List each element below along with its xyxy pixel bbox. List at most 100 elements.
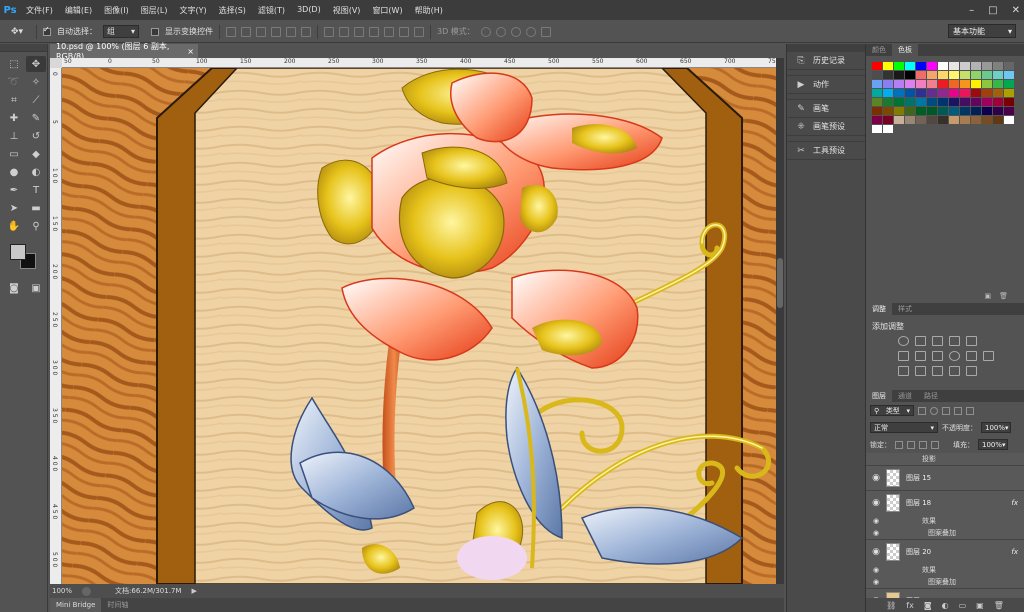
layer-row[interactable]: ◉ 图层 20 fx — [866, 539, 1024, 564]
lock-pixels-icon[interactable] — [907, 440, 915, 449]
effect-visibility-icon[interactable]: ◉ — [866, 566, 886, 574]
toolbox-grip[interactable] — [0, 44, 47, 52]
path-selection-tool-icon[interactable]: ➤ — [4, 200, 24, 216]
color-swatch[interactable] — [872, 125, 882, 133]
effect-visibility-icon[interactable]: ◉ — [866, 529, 886, 537]
auto-select-checkbox[interactable] — [43, 25, 51, 36]
horizontal-ruler[interactable]: 50 0 50 100 150 200 250 300 350 400 450 500 550 600 65… — [62, 58, 779, 68]
healing-brush-tool-icon[interactable]: ✚ — [4, 110, 24, 126]
minimize-icon[interactable]: – — [969, 5, 974, 16]
color-swatch[interactable] — [938, 116, 948, 124]
color-swatch[interactable] — [993, 71, 1003, 79]
color-swatch[interactable] — [927, 98, 937, 106]
delete-swatch-icon[interactable]: 🗑 — [999, 292, 1008, 300]
drag-3d-icon[interactable] — [510, 26, 521, 37]
tab-timeline[interactable]: 时间轴 — [101, 598, 134, 612]
status-menu-arrow-icon[interactable]: ▶ — [191, 587, 196, 595]
visibility-eye-icon[interactable]: ◉ — [866, 498, 886, 508]
color-swatch[interactable] — [982, 107, 992, 115]
posterize-icon[interactable] — [915, 366, 926, 376]
channel-mixer-icon[interactable] — [966, 351, 977, 361]
zoom-tool-icon[interactable]: ⚲ — [26, 218, 46, 234]
levels-icon[interactable] — [915, 336, 926, 346]
color-swatch[interactable] — [883, 125, 893, 133]
type-tool-icon[interactable]: T — [26, 182, 46, 198]
menu-item[interactable]: 图像(I) — [98, 5, 135, 16]
scale-3d-icon[interactable] — [540, 26, 551, 37]
filter-shape-icon[interactable] — [954, 406, 962, 415]
color-swatch[interactable] — [938, 71, 948, 79]
align-top-icon[interactable] — [226, 26, 236, 37]
color-swatch[interactable] — [872, 80, 882, 88]
lasso-tool-icon[interactable]: ➰ — [4, 74, 24, 90]
color-swatch[interactable] — [872, 62, 882, 70]
color-swatch[interactable] — [949, 98, 959, 106]
align-left-icon[interactable] — [271, 26, 281, 37]
tab-layers[interactable]: 图层 — [866, 390, 892, 402]
document-canvas[interactable] — [62, 68, 776, 584]
add-style-icon[interactable]: fx — [906, 601, 914, 610]
menu-item[interactable]: 文字(Y) — [173, 5, 212, 16]
color-swatch[interactable] — [927, 62, 937, 70]
color-swatch[interactable] — [1004, 89, 1014, 97]
clone-stamp-tool-icon[interactable]: ⊥ — [4, 128, 24, 144]
color-swatch[interactable] — [883, 62, 893, 70]
color-swatch[interactable] — [938, 98, 948, 106]
panel-history[interactable]: ⎘ 历史记录 — [787, 52, 865, 70]
screen-mode-icon[interactable]: ▣ — [26, 280, 46, 296]
workspace-dropdown[interactable]: 基本功能 ▾ — [948, 24, 1016, 38]
menu-item[interactable]: 编辑(E) — [59, 5, 98, 16]
effect-visibility-icon[interactable]: ◉ — [866, 578, 886, 586]
maximize-icon[interactable]: □ — [988, 5, 997, 16]
color-swatch[interactable] — [993, 80, 1003, 88]
vertical-scroll-thumb[interactable] — [777, 258, 783, 308]
layer-effect-row[interactable]: 投影 — [866, 453, 1024, 465]
color-swatch[interactable] — [960, 116, 970, 124]
layer-row[interactable]: ◉ 图层 18 fx — [866, 490, 1024, 515]
color-swatch[interactable] — [1004, 71, 1014, 79]
filter-type-icon[interactable] — [942, 406, 950, 415]
color-swatch[interactable] — [1004, 62, 1014, 70]
color-swatch[interactable] — [960, 62, 970, 70]
align-vcenter-icon[interactable] — [241, 26, 251, 37]
color-swatch[interactable] — [993, 116, 1003, 124]
menu-item[interactable]: 帮助(H) — [409, 5, 449, 16]
color-swatch[interactable] — [938, 62, 948, 70]
document-tab[interactable]: 10.psd @ 100% (图层 6 副本, RGB/8) × — [50, 42, 198, 61]
layer-effect-row[interactable]: ◉ 图案叠加 — [866, 576, 1024, 588]
distribute-top-icon[interactable] — [324, 26, 334, 37]
color-swatch[interactable] — [905, 71, 915, 79]
vibrance-icon[interactable] — [966, 336, 977, 346]
close-icon[interactable]: ✕ — [1012, 5, 1020, 16]
status-info-icon[interactable] — [82, 586, 92, 596]
menu-item[interactable]: 窗口(W) — [366, 5, 408, 16]
gradient-map-icon[interactable] — [949, 366, 960, 376]
rotate-3d-icon[interactable] — [480, 26, 491, 37]
magic-wand-tool-icon[interactable]: ✧ — [26, 74, 46, 90]
pen-tool-icon[interactable]: ✒ — [4, 182, 24, 198]
color-swatch[interactable] — [894, 116, 904, 124]
opacity-field[interactable]: 100% ▾ — [981, 422, 1011, 433]
crop-tool-icon[interactable]: ⌗ — [4, 92, 24, 108]
layer-effect-row[interactable]: ◉ 效果 — [866, 564, 1024, 576]
zoom-level[interactable]: 100% — [52, 587, 72, 595]
eraser-tool-icon[interactable]: ▭ — [4, 146, 24, 162]
color-swatch[interactable] — [916, 116, 926, 124]
curves-icon[interactable] — [932, 336, 943, 346]
color-swatch[interactable] — [872, 107, 882, 115]
color-swatch[interactable] — [894, 107, 904, 115]
close-tab-icon[interactable]: × — [187, 47, 194, 56]
color-swatch[interactable] — [905, 62, 915, 70]
color-swatch[interactable] — [971, 107, 981, 115]
ruler-corner[interactable] — [50, 58, 62, 68]
distribute-bottom-icon[interactable] — [354, 26, 364, 37]
paint-bucket-tool-icon[interactable]: ◆ — [26, 146, 46, 162]
menu-item[interactable]: 3D(D) — [291, 5, 327, 16]
vertical-scrollbar[interactable] — [776, 58, 784, 584]
color-swatch[interactable] — [883, 71, 893, 79]
distribute-right-icon[interactable] — [399, 26, 409, 37]
color-swatch[interactable] — [971, 89, 981, 97]
new-swatch-icon[interactable]: ▣ — [984, 292, 991, 300]
color-swatch[interactable] — [894, 89, 904, 97]
layer-effect-row[interactable]: ◉ 图案叠加 — [866, 527, 1024, 539]
